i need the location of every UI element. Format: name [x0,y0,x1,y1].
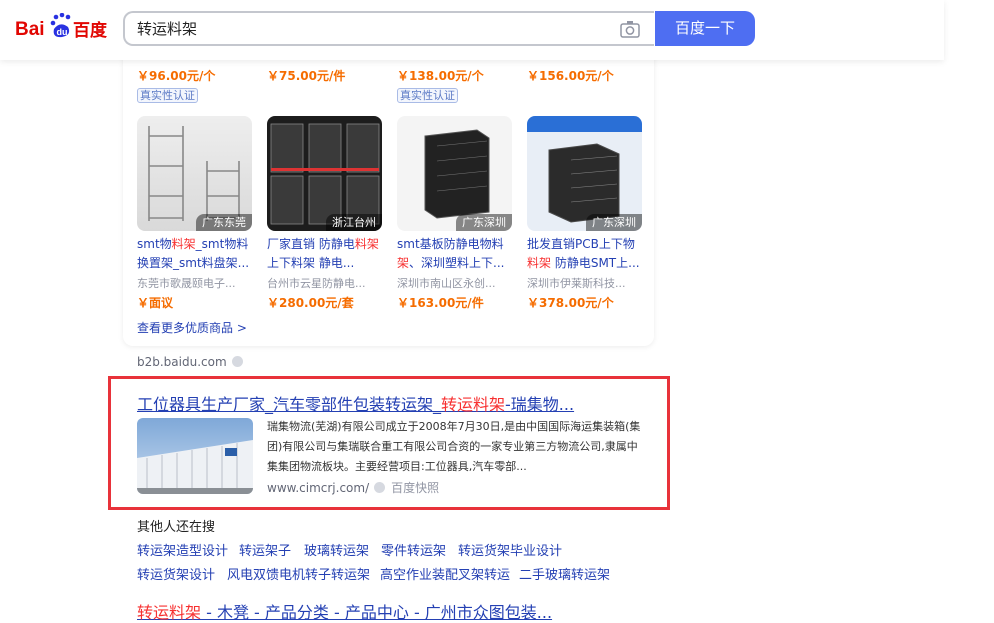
product-image[interactable]: 广东深圳 [397,116,512,231]
product-price: ￥280.00元/套 [267,296,354,310]
product-price: ￥378.00元/个 [527,296,614,310]
result-thumbnail[interactable] [137,418,253,494]
title-text: 工位器具生产厂家_汽车零部件包装转运架_ [137,395,442,414]
next-result-title-link[interactable]: 转运料架 - 木凳 - 产品分类 - 产品中心 - 广州市众图包装... [137,599,552,623]
title-text: smt物 [137,237,172,251]
title-text: -瑞集物... [505,395,575,414]
search-button[interactable]: 百度一下 [655,11,755,46]
snapshot-link[interactable]: 百度快照 [391,481,439,495]
related-search-link[interactable]: 零件转运架 [381,540,446,559]
baidu-logo[interactable]: Bai du 百度 [15,13,109,43]
related-search-link[interactable]: 玻璃转运架 [304,540,369,559]
title-text: 厂家直销 防静电 [267,237,355,251]
header-bar: Bai du 百度 百度一下 [0,0,944,60]
location-tag: 广东深圳 [586,214,642,231]
url-text: www.cimcrj.com/ [267,481,370,495]
camera-icon[interactable] [620,20,640,38]
related-search-link[interactable]: 高空作业装配叉架转运 [380,564,510,583]
related-searches-title: 其他人还在搜 [137,520,216,535]
title-highlight: 转运料架 [137,603,202,622]
building-picture [137,418,253,494]
svg-text:du: du [57,27,68,37]
product-price: ￥138.00元/个 [397,69,484,83]
related-search-link[interactable]: 转运架造型设计 [137,540,228,559]
title-text: 、深圳塑料上下... [409,256,505,270]
verified-badge: 真实性认证 [137,88,198,103]
svg-text:百度: 百度 [73,20,108,41]
related-search-link[interactable]: 转运架子 [239,540,291,559]
title-highlight: 料架 [171,237,196,251]
title-text: 批发直销PCB上下物 [527,237,635,251]
product-title[interactable]: smt基板防静电物料架、深圳塑料上下... [397,235,513,273]
related-search-link[interactable]: 转运货架毕业设计 [458,540,562,559]
verified-badge: 真实性认证 [397,88,458,103]
svg-text:Bai: Bai [15,19,45,40]
title-text: smt基板防静电物料 [397,237,504,251]
product-title[interactable]: 批发直销PCB上下物料架 防静电SMT上... [527,235,643,273]
search-input[interactable] [137,13,607,44]
more-products-link[interactable]: 查看更多优质商品 > [137,319,247,336]
title-highlight: 料架 [527,256,552,270]
product-card: ￥96.00元/个 真实性认证 ￥75.00元/件 ￥138.00元/个 真实性… [123,40,654,346]
product-price: ￥75.00元/件 [267,69,346,83]
product-title[interactable]: 厂家直销 防静电料架上下料架 静电... [267,235,383,273]
related-search-link[interactable]: 二手玻璃转运架 [519,564,610,583]
location-tag: 广东东莞 [196,214,252,231]
location-tag: 广东深圳 [456,214,512,231]
shop-name[interactable]: 台州市云星防静电... [267,275,383,291]
shop-name[interactable]: 东莞市歌晟颐电子... [137,275,253,291]
shop-name[interactable]: 深圳市南山区永创... [397,275,513,291]
product-price: ￥96.00元/个 [137,69,216,83]
trust-icon [374,482,386,493]
product-image[interactable]: 广东深圳 [527,116,642,231]
product-price: ￥156.00元/个 [527,69,614,83]
result-abstract: 瑞集物流(芜湖)有限公司成立于2008年7月30日,是由中国国际海运集装箱(集团… [267,420,641,473]
location-tag: 浙江台州 [326,214,382,231]
title-text: - 木凳 - 产品分类 - 产品中心 - 广州市众图包装... [201,603,553,622]
trust-icon [231,356,243,367]
related-search-link[interactable]: 风电双馈电机转子转运架 [227,564,370,583]
title-text: 防静电SMT上... [551,256,640,270]
product-image[interactable]: 广东东莞 [137,116,252,231]
product-price: ￥163.00元/件 [397,296,484,310]
source-domain[interactable]: b2b.baidu.com [137,355,243,369]
title-text: 上下料架 静电... [267,256,355,270]
result-url[interactable]: www.cimcrj.com/百度快照 [267,479,439,496]
title-highlight: 转运料架 [441,395,506,414]
result-title-link[interactable]: 工位器具生产厂家_汽车零部件包装转运架_转运料架-瑞集物... [137,391,574,415]
title-highlight: 料架 [354,237,379,251]
domain-text: b2b.baidu.com [137,355,227,369]
product-image[interactable]: 浙江台州 [267,116,382,231]
related-search-link[interactable]: 转运货架设计 [137,564,215,583]
product-price: ￥面议 [137,296,174,310]
shop-name[interactable]: 深圳市伊莱斯科技... [527,275,643,291]
product-title[interactable]: smt物料架_smt物料换置架_smt料盘架... [137,235,253,273]
title-highlight: 架 [397,256,410,270]
search-box[interactable] [123,11,654,46]
